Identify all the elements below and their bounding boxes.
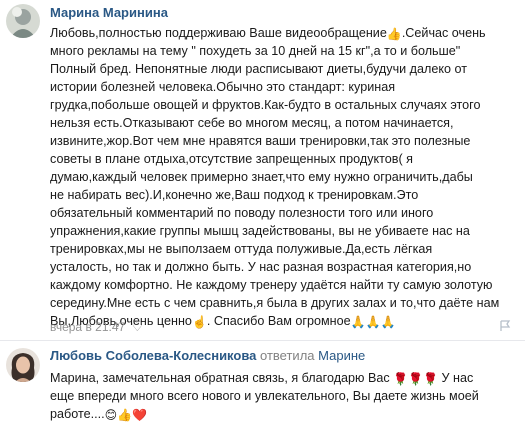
comment: Марина Маринина Любовь,полностью поддерж… [0, 0, 525, 340]
report-button[interactable] [499, 320, 511, 335]
comment-text-line: грудка,побольше овощей и фруктов.Как-буд… [50, 98, 481, 112]
comment-text-line: тренировках,мы не выползаем оттуда полуж… [50, 242, 433, 256]
reply-verb: ответила [260, 348, 315, 363]
rose-emoji: 🌹🌹🌹 [393, 372, 439, 386]
comment-text-line: работе.... [50, 407, 105, 421]
comment-author[interactable]: Любовь Соболева-Колесникова [50, 348, 256, 363]
pointing-finger-emoji: ☝️ [191, 315, 207, 329]
heart-icon[interactable]: ♡ [132, 319, 144, 334]
comment-text-line: истории болезней человека.Обычно это ста… [50, 80, 396, 94]
comment-text-line: усталость, но так и должно быть. У нас р… [50, 260, 472, 274]
praying-hands-emoji: 🙏🙏🙏 [350, 315, 396, 329]
comment-text-line: еще впереди много всего нового и увлекат… [50, 389, 479, 403]
comment-text-line: много рекламы на тему " похудеть за 10 д… [50, 44, 461, 58]
comment-text: Марина, замечательная обратная связь, я … [50, 369, 522, 423]
comment-text-line: извините,жор.Вот чем мне нравятся ваши т… [50, 134, 471, 148]
divider [0, 340, 525, 341]
comment-text-line: обязательный комментарий по поводу полез… [50, 206, 434, 220]
comment-text-line: упражнения,какие группы мышц задействова… [50, 224, 470, 238]
smile-thumbs-heart-emoji: 😊👍❤️ [104, 408, 147, 422]
comment-text-line: Полный бред. Непонятные люди расписывают… [50, 62, 468, 76]
avatar-photo [6, 348, 40, 382]
comment-text-line: не набирать вес).И,конечно же,Ваш подход… [50, 188, 419, 202]
comment-text: Любовь,полностью поддерживаю Ваше видеоо… [50, 24, 522, 330]
comment-text-line: .Сейчас очень [401, 26, 486, 40]
comment-text-line: нельзя есть.Отказывают себе во многом ме… [50, 116, 454, 130]
reply-header: Любовь Соболева-Колесникова ответила Мар… [50, 348, 365, 363]
comment-text-line: Любовь,полностью поддерживаю Ваше видеоо… [50, 26, 387, 40]
comment-text-line: Марина, замечательная обратная связь, я … [50, 371, 390, 385]
report-icon [499, 320, 511, 335]
avatar[interactable] [6, 348, 40, 382]
avatar[interactable] [6, 4, 40, 38]
comment-text-line: каждому комфортно. Не каждому тренеру уд… [50, 278, 493, 292]
reply-to-link[interactable]: Марине [318, 348, 365, 363]
comment-text-line: советы в плане отдыха,отсутствие запреще… [50, 152, 413, 166]
reply-comment: Любовь Соболева-Колесникова ответила Мар… [0, 342, 525, 434]
comment-text-line: середину.Мне есть с чем сравнить,я была … [50, 296, 500, 310]
comment-text-line: думаю,каждый человек примерно знает,что … [50, 170, 473, 184]
comment-author[interactable]: Марина Маринина [50, 5, 168, 20]
comment-text-line: У нас [441, 371, 474, 385]
avatar-photo [6, 4, 40, 38]
comment-meta: вчера в 21:47 ♡ [50, 319, 143, 335]
thumbs-up-emoji: 👍 [386, 27, 402, 41]
comment-text-line: . Спасибо Вам огромное [206, 314, 351, 328]
comment-date[interactable]: вчера в 21:47 [50, 320, 125, 334]
